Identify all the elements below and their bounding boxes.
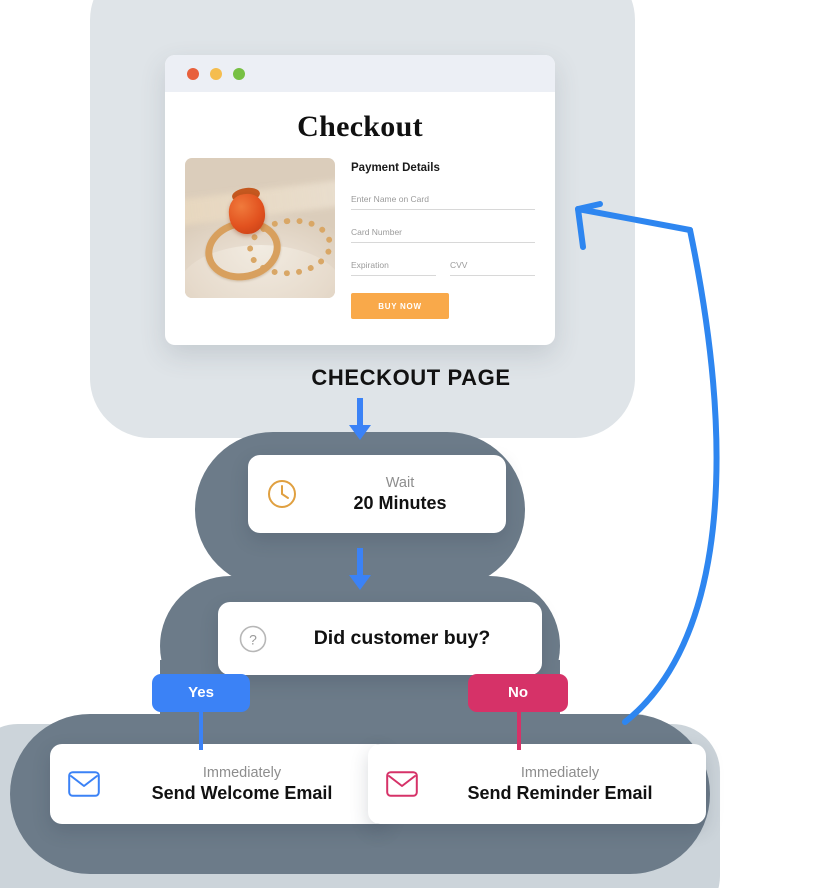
flow-stage-label: CHECKOUT PAGE — [311, 365, 511, 390]
window-minimize-dot-icon[interactable] — [210, 67, 222, 80]
clock-icon — [266, 478, 298, 510]
reminder-email-main: Send Reminder Email — [467, 782, 653, 803]
welcome-email-node-card[interactable]: Immediately Send Welcome Email — [50, 744, 388, 824]
wait-node-main: 20 Minutes — [353, 492, 447, 513]
checkout-browser-window: Checkout Payment Details Enter Name on C… — [165, 55, 555, 345]
branch-no-connector — [517, 706, 521, 750]
question-mark-icon: ? — [238, 624, 268, 654]
expiration-input[interactable]: Expiration — [351, 260, 436, 276]
wait-node-texts: Wait 20 Minutes — [312, 475, 488, 514]
envelope-icon — [68, 771, 100, 797]
decision-node-text: Did customer buy? — [313, 627, 491, 649]
branch-yes-badge[interactable]: Yes — [152, 674, 250, 712]
welcome-email-sub: Immediately — [202, 764, 282, 781]
reminder-email-sub: Immediately — [520, 764, 600, 781]
reminder-email-texts: Immediately Send Reminder Email — [432, 765, 688, 804]
branch-yes-connector — [199, 706, 203, 750]
wait-node-sub: Wait — [385, 474, 415, 491]
branch-no-badge[interactable]: No — [468, 674, 568, 712]
cvv-input[interactable]: CVV — [450, 260, 535, 276]
svg-text:?: ? — [249, 631, 257, 647]
name-on-card-input[interactable]: Enter Name on Card — [351, 194, 535, 210]
welcome-email-texts: Immediately Send Welcome Email — [114, 765, 370, 804]
decision-node-card[interactable]: ? Did customer buy? — [218, 602, 542, 675]
browser-content: Checkout Payment Details Enter Name on C… — [165, 110, 555, 319]
arrow-down-icon-1 — [349, 398, 371, 440]
buy-now-button[interactable]: BUY NOW — [351, 293, 449, 319]
card-number-input[interactable]: Card Number — [351, 227, 535, 243]
page-title: Checkout — [297, 110, 423, 143]
arrow-down-icon-2 — [349, 548, 371, 590]
envelope-icon — [386, 771, 418, 797]
reminder-email-node-card[interactable]: Immediately Send Reminder Email — [368, 744, 706, 824]
payment-form: Payment Details Enter Name on Card Card … — [351, 158, 535, 319]
window-close-dot-icon[interactable] — [187, 67, 199, 80]
payment-details-heading: Payment Details — [351, 162, 440, 174]
automation-flow-diagram: Checkout Payment Details Enter Name on C… — [0, 0, 822, 888]
browser-title-bar — [165, 55, 555, 92]
product-image — [185, 158, 335, 298]
window-maximize-dot-icon[interactable] — [233, 67, 245, 80]
wait-node-card[interactable]: Wait 20 Minutes — [248, 455, 506, 533]
welcome-email-main: Send Welcome Email — [151, 782, 333, 803]
